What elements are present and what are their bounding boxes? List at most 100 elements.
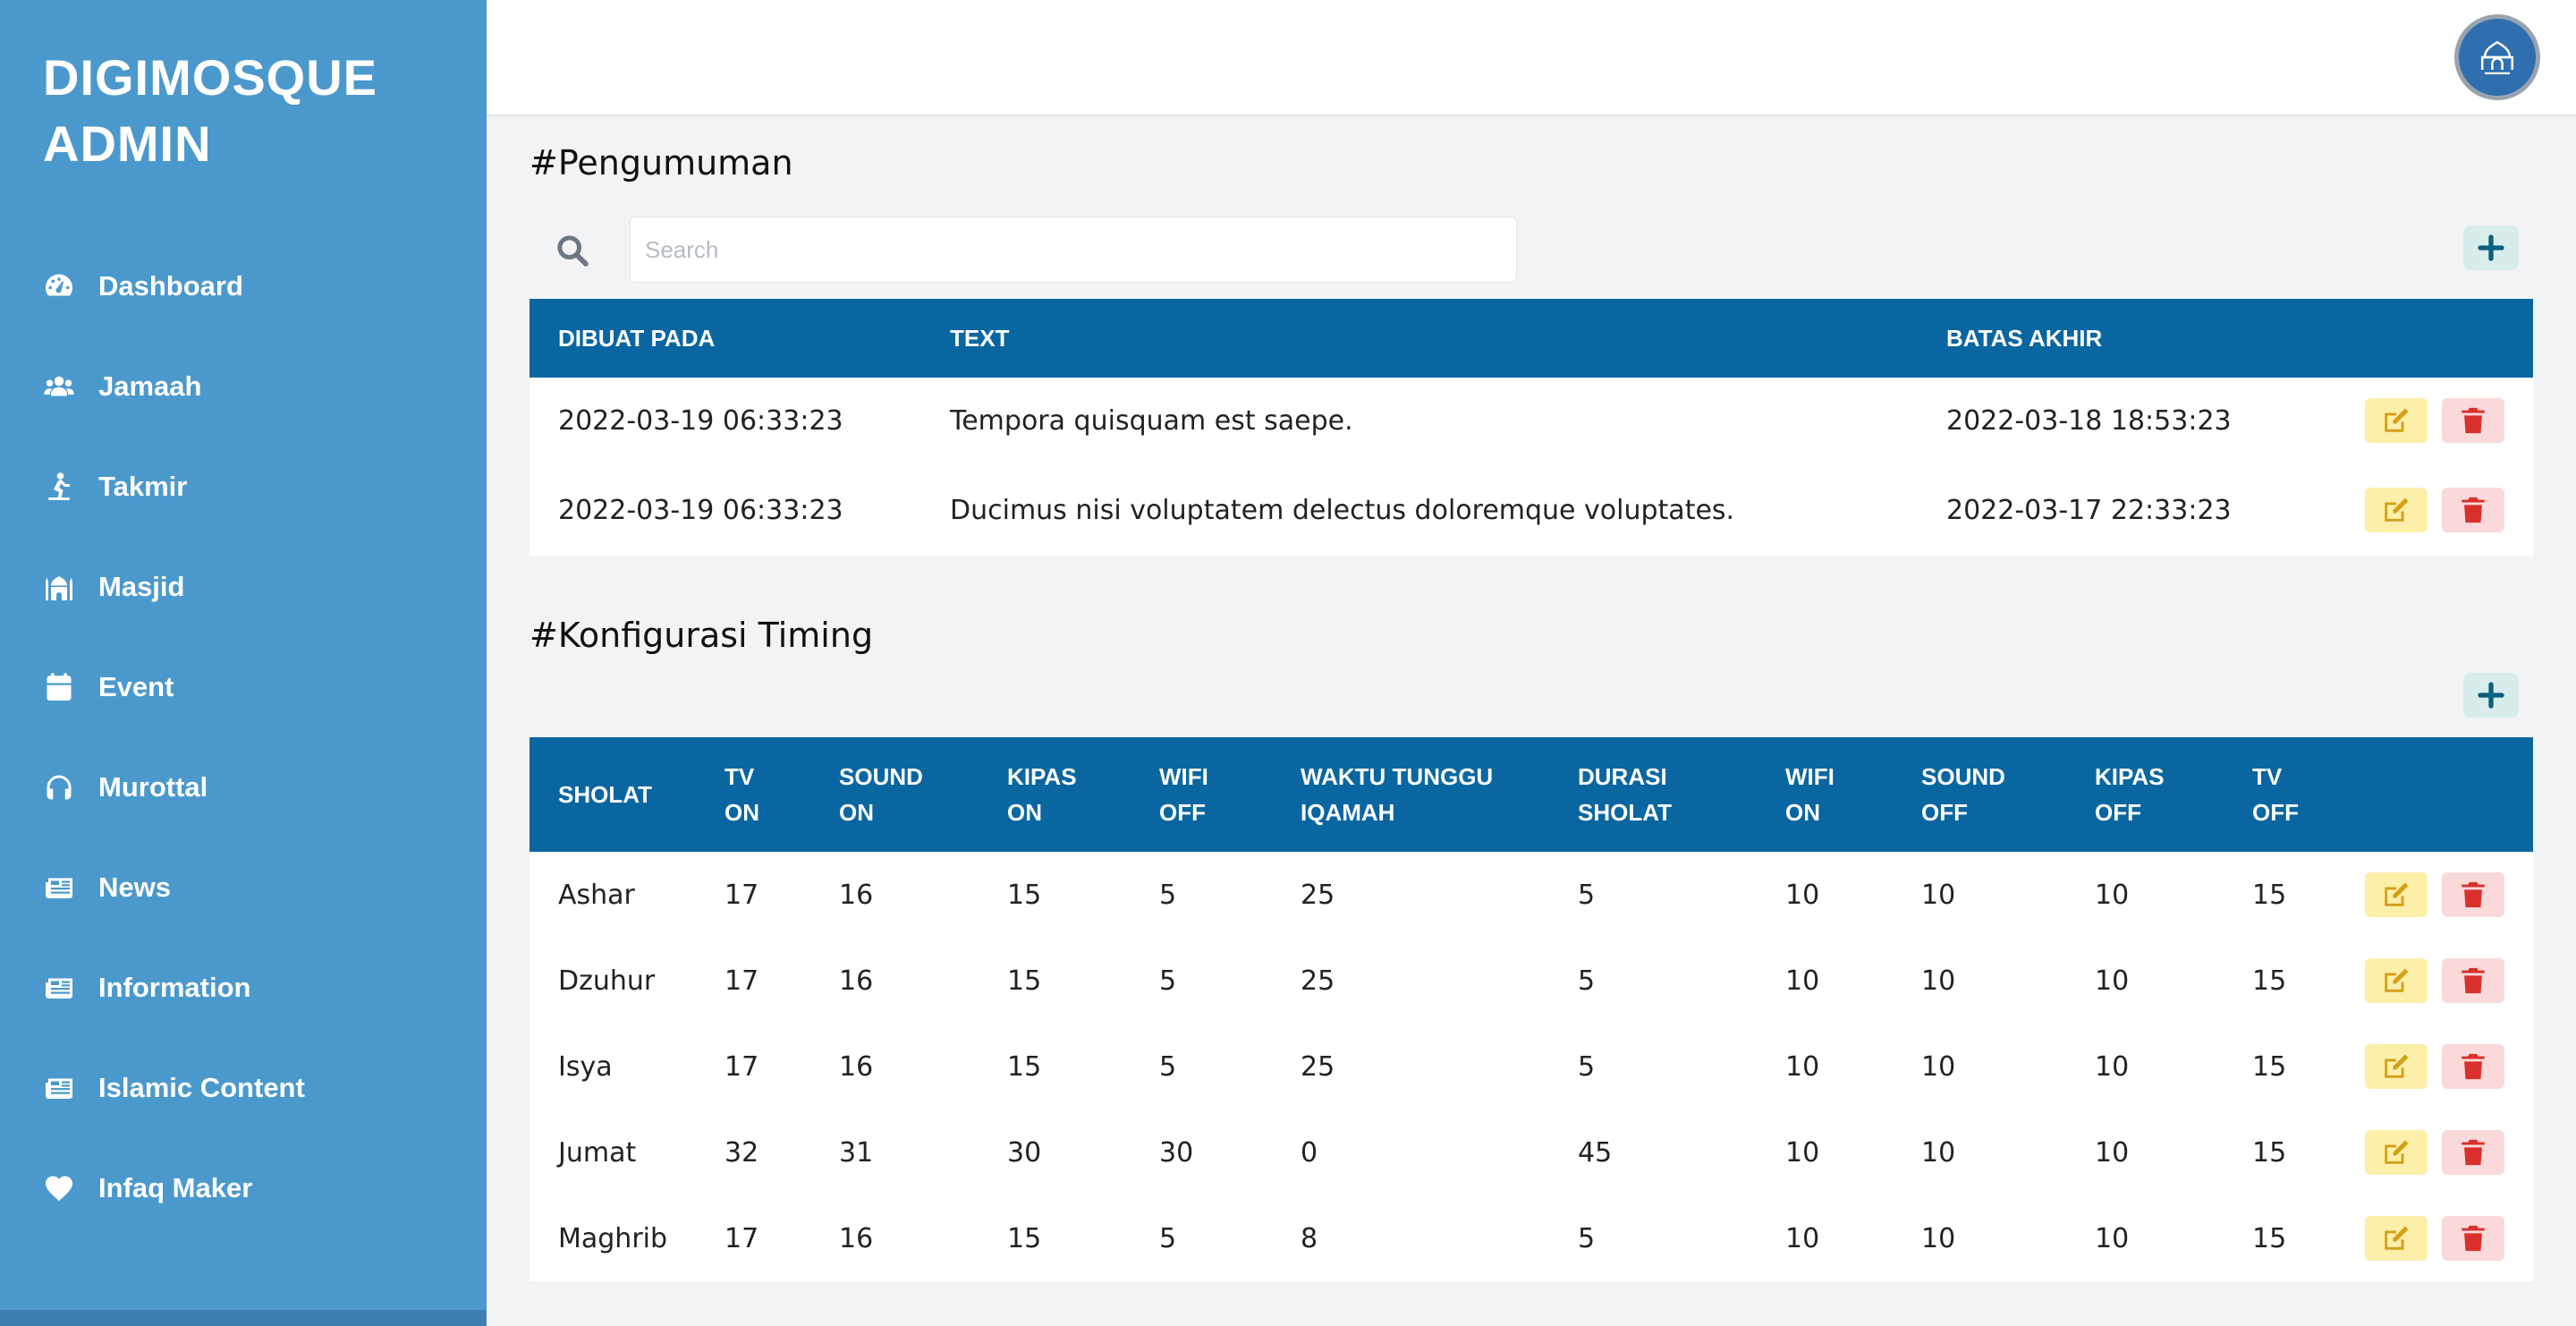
cell-sound-on: 31 <box>839 1136 874 1169</box>
column-header: SHOLAT <box>558 781 652 808</box>
brand-line2: ADMIN <box>43 115 212 172</box>
cell-sound-on: 16 <box>839 879 874 911</box>
delete-button[interactable] <box>2442 1044 2504 1089</box>
delete-button[interactable] <box>2442 958 2504 1003</box>
trash-icon <box>2462 407 2485 434</box>
trash-icon <box>2462 881 2485 908</box>
table-header-row: DIBUAT PADA TEXT BATAS AKHIR <box>530 299 2533 378</box>
edit-button[interactable] <box>2365 488 2428 532</box>
brand-line1: DIGIMOSQUE <box>43 49 378 106</box>
cell-kipas-off: 10 <box>2095 1050 2130 1083</box>
cell-tv-on: 32 <box>724 1136 759 1169</box>
trash-icon <box>2462 1225 2485 1252</box>
cell-tv-on: 17 <box>724 1050 759 1083</box>
sidebar-item-murottal[interactable]: Murottal <box>0 737 487 837</box>
mosque-icon <box>41 569 77 605</box>
cell-kipas-off: 10 <box>2095 1222 2130 1254</box>
main-content: #Pengumuman DIBUAT PADA TEXT BATAS AKHIR… <box>530 116 2533 1281</box>
edit-icon <box>2385 497 2409 522</box>
edit-button[interactable] <box>2365 958 2428 1003</box>
table-row: Isya 17 16 15 5 25 5 10 10 10 15 <box>530 1024 2533 1109</box>
edit-button[interactable] <box>2365 398 2428 443</box>
sidebar-item-infaq-maker[interactable]: Infaq Maker <box>0 1138 487 1238</box>
sidebar-item-label: Event <box>98 671 174 702</box>
edit-icon <box>2385 1054 2409 1078</box>
search-input[interactable] <box>630 217 1517 283</box>
cell-waktu-tunggu-iqamah: 8 <box>1301 1222 1318 1254</box>
cell-kipas-off: 10 <box>2095 965 2130 997</box>
sidebar-item-takmir[interactable]: Takmir <box>0 437 487 537</box>
cell-batas: 2022-03-18 18:53:23 <box>1946 404 2232 437</box>
cell-sound-off: 10 <box>1921 1050 1956 1083</box>
cell-tv-on: 17 <box>724 1222 759 1254</box>
column-header-actions <box>2336 299 2533 378</box>
cell-wifi-on: 10 <box>1785 1136 1820 1169</box>
column-header: SOUND OFF <box>1921 763 2005 826</box>
cell-durasi-sholat: 5 <box>1578 1050 1596 1083</box>
mosque-logo-icon <box>2480 40 2514 75</box>
delete-button[interactable] <box>2442 398 2504 443</box>
sidebar-item-event[interactable]: Event <box>0 637 487 737</box>
cell-kipas-on: 15 <box>1007 879 1042 911</box>
column-header: KIPAS OFF <box>2095 763 2165 826</box>
sidebar-item-information[interactable]: Information <box>0 938 487 1038</box>
cell-wifi-off: 5 <box>1159 1222 1177 1254</box>
cell-tv-off: 15 <box>2252 1050 2287 1083</box>
section-title-konfigurasi-timing: #Konfigurasi Timing <box>530 616 874 655</box>
sidebar-item-jamaah[interactable]: Jamaah <box>0 336 487 437</box>
cell-batas: 2022-03-17 22:33:23 <box>1946 494 2232 526</box>
cell-actions <box>2331 1024 2533 1109</box>
sidebar-item-label: Jamaah <box>98 370 202 402</box>
sidebar: DIGIMOSQUE ADMIN Dashboard Jamaah Takmir <box>0 0 487 1326</box>
edit-icon <box>2385 882 2409 906</box>
delete-button[interactable] <box>2442 1216 2504 1261</box>
cell-wifi-on: 10 <box>1785 879 1820 911</box>
topbar <box>487 0 2576 116</box>
table-row: 2022-03-19 06:33:23 Tempora quisquam est… <box>530 378 2533 463</box>
sidebar-item-label: Takmir <box>98 471 188 502</box>
cell-actions <box>2331 938 2533 1024</box>
cell-sound-off: 10 <box>1921 879 1956 911</box>
edit-button[interactable] <box>2365 1130 2428 1175</box>
edit-icon <box>2385 968 2409 992</box>
pengumuman-toolbar <box>530 217 2533 285</box>
sidebar-item-news[interactable]: News <box>0 837 487 938</box>
cell-dibuat: 2022-03-19 06:33:23 <box>558 404 843 437</box>
sidebar-item-masjid[interactable]: Masjid <box>0 537 487 637</box>
cell-actions <box>2331 1109 2533 1195</box>
pengumuman-table: DIBUAT PADA TEXT BATAS AKHIR 2022-03-19 … <box>530 299 2533 557</box>
cell-tv-off: 15 <box>2252 879 2287 911</box>
sidebar-item-label: Murottal <box>98 771 208 803</box>
table-row: Dzuhur 17 16 15 5 25 5 10 10 10 15 <box>530 938 2533 1024</box>
avatar[interactable] <box>2454 14 2540 100</box>
cell-kipas-on: 15 <box>1007 965 1042 997</box>
delete-button[interactable] <box>2442 1130 2504 1175</box>
edit-button[interactable] <box>2365 1216 2428 1261</box>
column-header-actions <box>2331 737 2533 852</box>
section-title-pengumuman: #Pengumuman <box>530 143 793 183</box>
cell-sholat: Dzuhur <box>558 965 656 997</box>
delete-button[interactable] <box>2442 488 2504 532</box>
cell-actions <box>2331 1195 2533 1281</box>
sidebar-item-label: Information <box>98 972 251 1003</box>
delete-button[interactable] <box>2442 872 2504 917</box>
cell-kipas-on: 15 <box>1007 1222 1042 1254</box>
newspaper-icon <box>41 1070 77 1106</box>
cell-wifi-on: 10 <box>1785 1222 1820 1254</box>
cell-sound-on: 16 <box>839 965 874 997</box>
edit-button[interactable] <box>2365 1044 2428 1089</box>
sidebar-item-islamic-content[interactable]: Islamic Content <box>0 1038 487 1138</box>
cell-tv-off: 15 <box>2252 965 2287 997</box>
sidebar-item-dashboard[interactable]: Dashboard <box>0 236 487 336</box>
column-header: WIFI OFF <box>1159 763 1208 826</box>
add-timing-button[interactable] <box>2463 673 2519 718</box>
edit-button[interactable] <box>2365 872 2428 917</box>
table-row: Maghrib 17 16 15 5 8 5 10 10 10 15 <box>530 1195 2533 1281</box>
cell-sound-on: 16 <box>839 1050 874 1083</box>
praying-person-icon <box>41 469 77 505</box>
cell-sholat: Jumat <box>558 1136 637 1169</box>
cell-waktu-tunggu-iqamah: 0 <box>1301 1136 1318 1169</box>
add-pengumuman-button[interactable] <box>2463 225 2519 270</box>
table-row: Ashar 17 16 15 5 25 5 10 10 10 15 <box>530 852 2533 938</box>
cell-actions <box>2331 852 2533 938</box>
